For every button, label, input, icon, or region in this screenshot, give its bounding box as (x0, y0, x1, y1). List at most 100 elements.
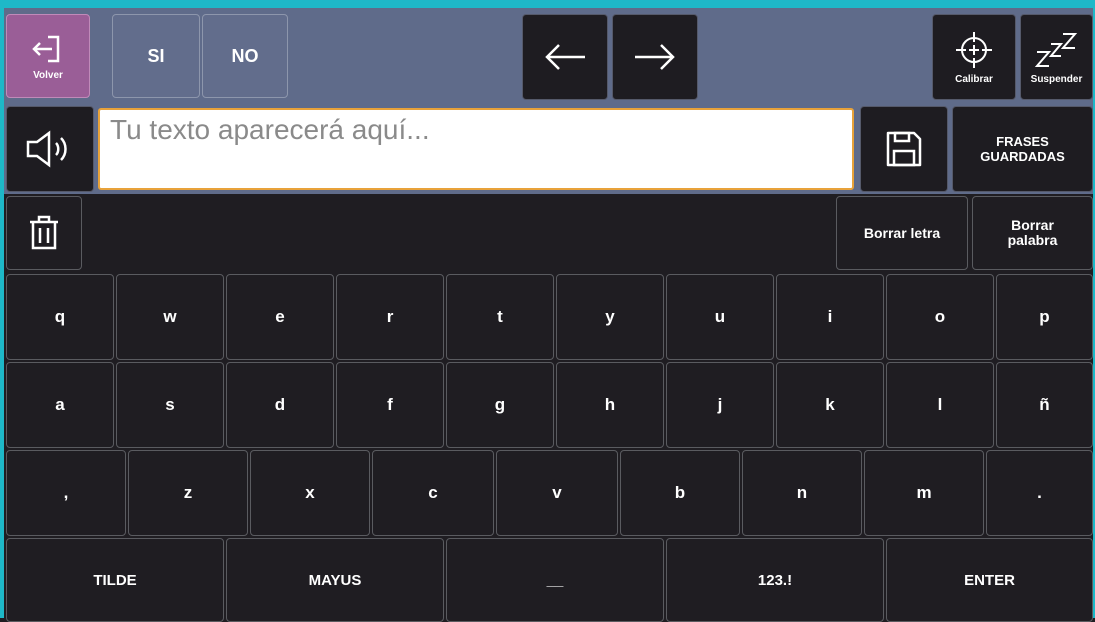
key-label: s (165, 395, 175, 414)
key-g[interactable]: g (446, 362, 554, 448)
saved-phrases-button[interactable]: FRASES GUARDADAS (952, 106, 1093, 192)
calibrar-label: Calibrar (955, 73, 993, 85)
volver-label: Volver (33, 69, 63, 81)
key-label: MAYUS (308, 571, 362, 589)
key-d[interactable]: d (226, 362, 334, 448)
key-label: x (305, 483, 315, 502)
trash-icon (27, 214, 61, 252)
key-r[interactable]: r (336, 274, 444, 360)
suspender-button[interactable]: Suspender (1020, 14, 1093, 100)
key-space[interactable]: __ (446, 538, 664, 622)
suspender-label: Suspender (1030, 73, 1083, 85)
arrow-right-button[interactable] (612, 14, 698, 100)
key-label: p (1039, 307, 1050, 326)
crosshair-icon (954, 30, 994, 70)
key-l[interactable]: l (886, 362, 994, 448)
key-f[interactable]: f (336, 362, 444, 448)
key-label: q (54, 307, 66, 326)
key-k[interactable]: k (776, 362, 884, 448)
key-p[interactable]: p (996, 274, 1093, 360)
arrow-left-icon (543, 42, 587, 72)
sleep-zzz-icon (1033, 30, 1081, 70)
saved-phrases-label: FRASES GUARDADAS (980, 134, 1065, 164)
key-label: n (796, 483, 808, 502)
calibrar-button[interactable]: Calibrar (932, 14, 1016, 100)
key-tilde[interactable]: TILDE (6, 538, 224, 622)
no-label: NO (231, 45, 259, 66)
key-enye[interactable]: ñ (996, 362, 1093, 448)
save-floppy-icon (884, 129, 924, 169)
key-label: d (274, 395, 286, 414)
key-label: m (916, 483, 932, 502)
speaker-icon (24, 129, 76, 169)
key-label: i (827, 307, 833, 326)
key-a[interactable]: a (6, 362, 114, 448)
delete-letter-button[interactable]: Borrar letra (836, 196, 968, 270)
key-s[interactable]: s (116, 362, 224, 448)
key-label: y (605, 307, 615, 326)
delete-word-label-line1: Borrar (1011, 217, 1054, 233)
key-label: o (934, 307, 946, 326)
key-label: w (163, 307, 177, 326)
si-label: SI (147, 45, 165, 66)
key-o[interactable]: o (886, 274, 994, 360)
key-label: j (717, 395, 723, 414)
key-v[interactable]: v (496, 450, 618, 536)
key-label: 123.! (757, 571, 793, 589)
key-label: __ (546, 571, 564, 589)
key-label: g (494, 395, 506, 414)
text-placeholder: Tu texto aparecerá aquí... (110, 114, 430, 145)
key-period[interactable]: . (986, 450, 1093, 536)
key-label: c (428, 483, 438, 502)
key-comma[interactable]: , (6, 450, 126, 536)
clear-text-button[interactable] (6, 196, 82, 270)
message-text-field[interactable]: Tu texto aparecerá aquí... (98, 108, 854, 190)
key-label: , (63, 483, 69, 502)
delete-word-label-line2: palabra (1007, 232, 1058, 248)
si-button[interactable]: SI (112, 14, 200, 98)
arrow-right-icon (633, 42, 677, 72)
key-label: a (55, 395, 65, 414)
key-y[interactable]: y (556, 274, 664, 360)
key-i[interactable]: i (776, 274, 884, 360)
key-q[interactable]: q (6, 274, 114, 360)
key-m[interactable]: m (864, 450, 984, 536)
no-button[interactable]: NO (202, 14, 288, 98)
key-label: b (674, 483, 686, 502)
speak-button[interactable] (6, 106, 94, 192)
key-label: TILDE (93, 571, 137, 589)
key-u[interactable]: u (666, 274, 774, 360)
key-label: h (604, 395, 616, 414)
key-label: k (825, 395, 835, 414)
key-label: r (386, 307, 394, 326)
key-label: e (275, 307, 285, 326)
key-label: f (387, 395, 393, 414)
key-enter[interactable]: ENTER (886, 538, 1093, 622)
key-z[interactable]: z (128, 450, 248, 536)
key-b[interactable]: b (620, 450, 740, 536)
key-label: ñ (1039, 395, 1050, 414)
key-h[interactable]: h (556, 362, 664, 448)
key-x[interactable]: x (250, 450, 370, 536)
delete-letter-label: Borrar letra (863, 225, 941, 241)
key-t[interactable]: t (446, 274, 554, 360)
key-label: . (1037, 483, 1042, 502)
delete-word-button[interactable]: Borrar palabra (972, 196, 1093, 270)
exit-icon (31, 32, 65, 66)
key-label: t (497, 307, 503, 326)
volver-button[interactable]: Volver (6, 14, 90, 98)
key-label: l (937, 395, 943, 414)
key-j[interactable]: j (666, 362, 774, 448)
key-e[interactable]: e (226, 274, 334, 360)
key-n[interactable]: n (742, 450, 862, 536)
save-phrase-button[interactable] (860, 106, 948, 192)
key-label: z (183, 483, 193, 502)
key-c[interactable]: c (372, 450, 494, 536)
arrow-left-button[interactable] (522, 14, 608, 100)
key-label: u (714, 307, 726, 326)
key-numbers[interactable]: 123.! (666, 538, 884, 622)
key-label: v (552, 483, 562, 502)
key-mayus[interactable]: MAYUS (226, 538, 444, 622)
key-label: ENTER (964, 571, 1015, 589)
key-w[interactable]: w (116, 274, 224, 360)
